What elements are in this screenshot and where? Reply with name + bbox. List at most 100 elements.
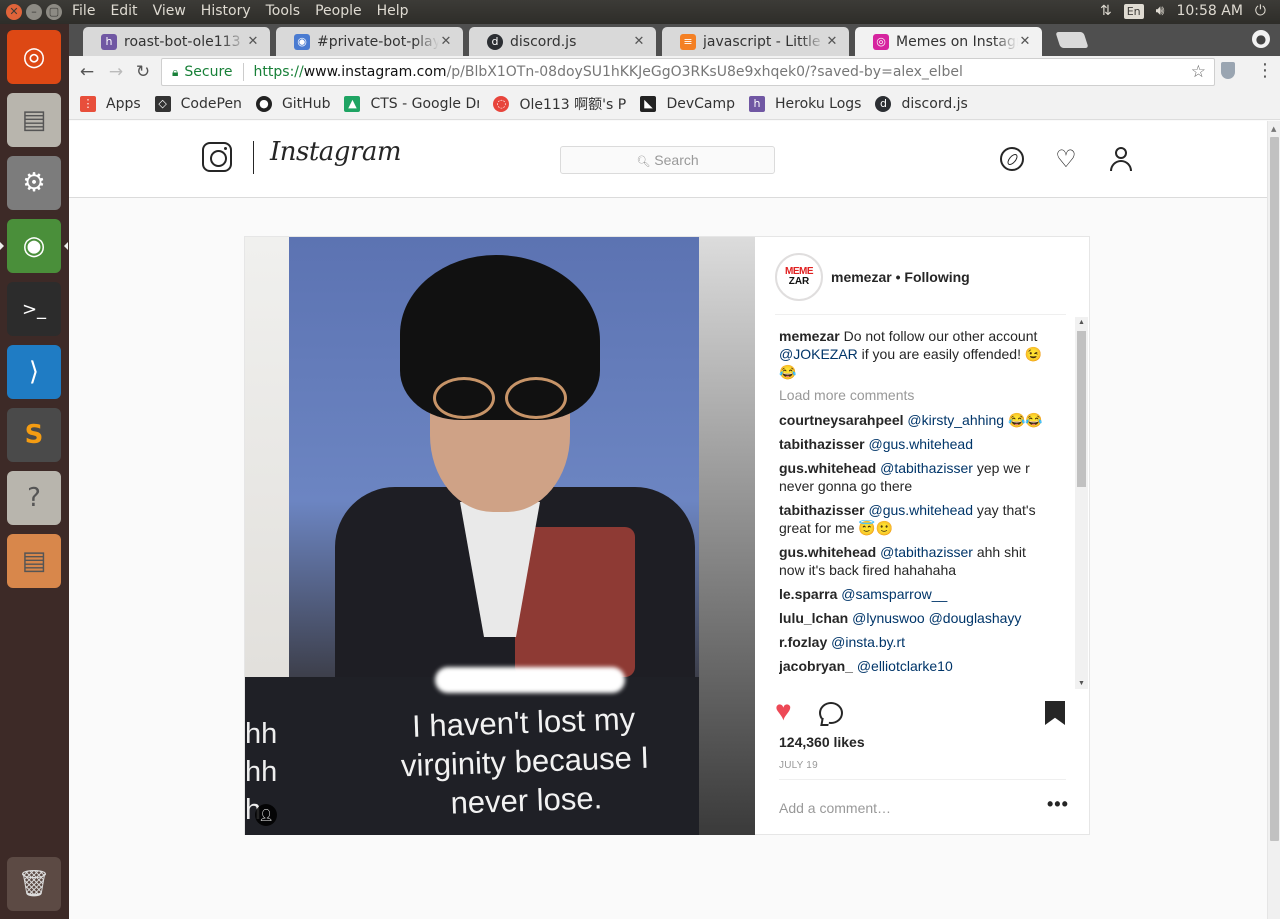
close-icon[interactable]: ✕	[825, 34, 839, 49]
address-bar[interactable]: 🔒︎ Secure https:// www.instagram.com /p/…	[161, 58, 1215, 86]
bookmark-heroku-logs[interactable]: h Heroku Logs	[749, 95, 861, 112]
more-options-button[interactable]: •••	[1047, 794, 1069, 815]
window-minimize-button[interactable]: –	[26, 4, 42, 20]
tab-instagram[interactable]: ◎ Memes on Instagram ✕	[855, 27, 1042, 56]
window-close-button[interactable]: ✕	[6, 4, 22, 20]
comment-bubble-icon[interactable]	[819, 702, 843, 724]
comment-mention[interactable]: @tabithazisser	[880, 544, 973, 560]
comment-mention[interactable]: @samsparrow__	[841, 586, 947, 602]
network-icon[interactable]: ⇅	[1100, 3, 1112, 19]
bookmark-save-icon[interactable]	[1045, 701, 1065, 725]
menu-view[interactable]: View	[153, 3, 186, 19]
power-icon[interactable]: ⏻	[1255, 3, 1266, 19]
comment-username[interactable]: tabithazisser	[779, 436, 865, 452]
comment-username[interactable]: jacobryan_	[779, 658, 853, 674]
bookmark-codepen[interactable]: ◇ CodePen	[154, 95, 242, 112]
bookmark-ole113[interactable]: ◌ Ole113 啊额's P	[493, 94, 626, 114]
bookmark-apps[interactable]: ⋮ Apps	[80, 95, 141, 112]
explore-compass-icon[interactable]	[1000, 147, 1024, 171]
bookmark-star-icon[interactable]: ☆	[1191, 62, 1206, 82]
menu-help[interactable]: Help	[377, 3, 409, 19]
comment-mention[interactable]: @gus.whitehead	[868, 436, 973, 452]
comment-mention[interactable]: @kirsty_ahhing	[907, 412, 1004, 428]
page-scrollbar[interactable]: ▲	[1267, 121, 1280, 919]
comment-username[interactable]: gus.whitehead	[779, 544, 876, 560]
files-icon[interactable]: ▤	[7, 534, 61, 588]
keyboard-layout[interactable]: En	[1123, 3, 1144, 19]
ubuntu-icon[interactable]: ◎	[7, 30, 61, 84]
bookmark-devcamp[interactable]: ◣ DevCamp	[640, 95, 735, 112]
instagram-camera-icon[interactable]	[202, 142, 232, 172]
menu-tools[interactable]: Tools	[266, 3, 301, 19]
scrollbar-thumb[interactable]	[1270, 137, 1279, 841]
terminal-icon[interactable]: >_	[7, 282, 61, 336]
vscode-icon[interactable]: ⟩	[7, 345, 61, 399]
extension-shield-icon[interactable]	[1221, 62, 1235, 79]
files-icon[interactable]: ▤	[7, 93, 61, 147]
scroll-up-icon[interactable]: ▲	[1078, 319, 1085, 326]
clock[interactable]: 10:58 AM	[1176, 3, 1242, 19]
chrome-icon[interactable]: ◉	[0, 219, 68, 273]
bookmark-discordjs[interactable]: d discord.js	[875, 95, 968, 112]
lock-icon[interactable]: 🔒︎	[172, 65, 178, 80]
tab-stackoverflow[interactable]: ≡ javascript - Little im ✕	[662, 27, 849, 56]
reload-icon[interactable]: ↻	[132, 61, 154, 83]
close-icon[interactable]: ✕	[632, 34, 646, 49]
comments-scrollbar[interactable]: ▲ ▼	[1075, 317, 1088, 689]
comments-list[interactable]: memezar Do not follow our other account …	[779, 327, 1081, 689]
instagram-wordmark[interactable]: Instagram	[270, 137, 402, 167]
comment-mention[interactable]: @insta.by.rt	[831, 634, 905, 650]
caption-username[interactable]: memezar	[779, 328, 840, 344]
settings-icon[interactable]: ⚙	[7, 156, 61, 210]
close-icon[interactable]: ✕	[1018, 34, 1032, 49]
comment-username[interactable]: courtneysarahpeel	[779, 412, 904, 428]
activity-heart-icon[interactable]: ♡	[1054, 147, 1078, 171]
close-icon[interactable]: ✕	[246, 34, 260, 49]
bookmark-google-drive[interactable]: ▲ CTS - Google Dri	[344, 95, 479, 112]
close-icon[interactable]: ✕	[439, 34, 453, 49]
comment-username[interactable]: r.fozlay	[779, 634, 827, 650]
help-icon[interactable]: ?	[7, 471, 61, 525]
scroll-down-icon[interactable]: ▼	[1078, 680, 1085, 687]
tab-discordjs[interactable]: d discord.js ✕	[469, 27, 656, 56]
comment-username[interactable]: tabithazisser	[779, 502, 865, 518]
comment-mention[interactable]: @tabithazisser	[880, 460, 973, 476]
tab-private-bot[interactable]: ◉ #private-bot-playgro ✕	[276, 27, 463, 56]
new-tab-button[interactable]	[1055, 32, 1089, 48]
menu-history[interactable]: History	[201, 3, 251, 19]
likes-count[interactable]: 124,360 likes	[779, 734, 865, 750]
scroll-up-icon[interactable]: ▲	[1271, 125, 1276, 133]
comment-mention[interactable]: @lynuswoo @douglashayy	[852, 610, 1021, 626]
back-icon[interactable]: ←	[76, 61, 98, 83]
profile-user-icon[interactable]	[1109, 147, 1133, 171]
comment-username[interactable]: gus.whitehead	[779, 460, 876, 476]
trash-icon[interactable]: 🗑︎	[7, 857, 61, 911]
load-more-comments-button[interactable]: Load more comments	[779, 387, 1049, 403]
author-username[interactable]: memezar	[831, 269, 892, 285]
menu-people[interactable]: People	[315, 3, 362, 19]
following-button[interactable]: Following	[904, 269, 969, 285]
window-maximize-button[interactable]: ▢	[46, 4, 62, 20]
menu-edit[interactable]: Edit	[110, 3, 137, 19]
comment-username[interactable]: lulu_lchan	[779, 610, 848, 626]
volume-icon[interactable]: 🔊︎	[1156, 3, 1165, 19]
comment-mention[interactable]: @gus.whitehead	[868, 502, 973, 518]
forward-icon[interactable]: →	[105, 61, 127, 83]
comment-username[interactable]: le.sparra	[779, 586, 837, 602]
add-comment-input[interactable]	[779, 800, 1029, 816]
menu-file[interactable]: File	[72, 3, 95, 19]
post-photo[interactable]: I haven't lost my virginity because I ne…	[245, 237, 755, 835]
scrollbar-thumb[interactable]	[1077, 331, 1086, 487]
user-tag-icon[interactable]: 👤︎	[255, 804, 277, 826]
search-input[interactable]: 🔍︎ Search	[560, 146, 775, 174]
chrome-menu-icon[interactable]: ⋮	[1256, 60, 1274, 81]
like-heart-icon[interactable]: ♥	[775, 697, 792, 725]
post-date[interactable]: JULY 19	[779, 760, 818, 771]
chrome-profile-icon[interactable]: ●	[1252, 30, 1270, 48]
bookmark-github[interactable]: ● GitHub	[255, 95, 330, 112]
tab-roast-bot[interactable]: h roast-bot-ole113 · Lo ✕	[83, 27, 270, 56]
sublime-icon[interactable]: S	[7, 408, 61, 462]
comment-mention[interactable]: @elliotclarke10	[857, 658, 953, 674]
avatar[interactable]: MEME ZAR	[775, 253, 823, 301]
caption-mention[interactable]: @JOKEZAR	[779, 346, 858, 362]
